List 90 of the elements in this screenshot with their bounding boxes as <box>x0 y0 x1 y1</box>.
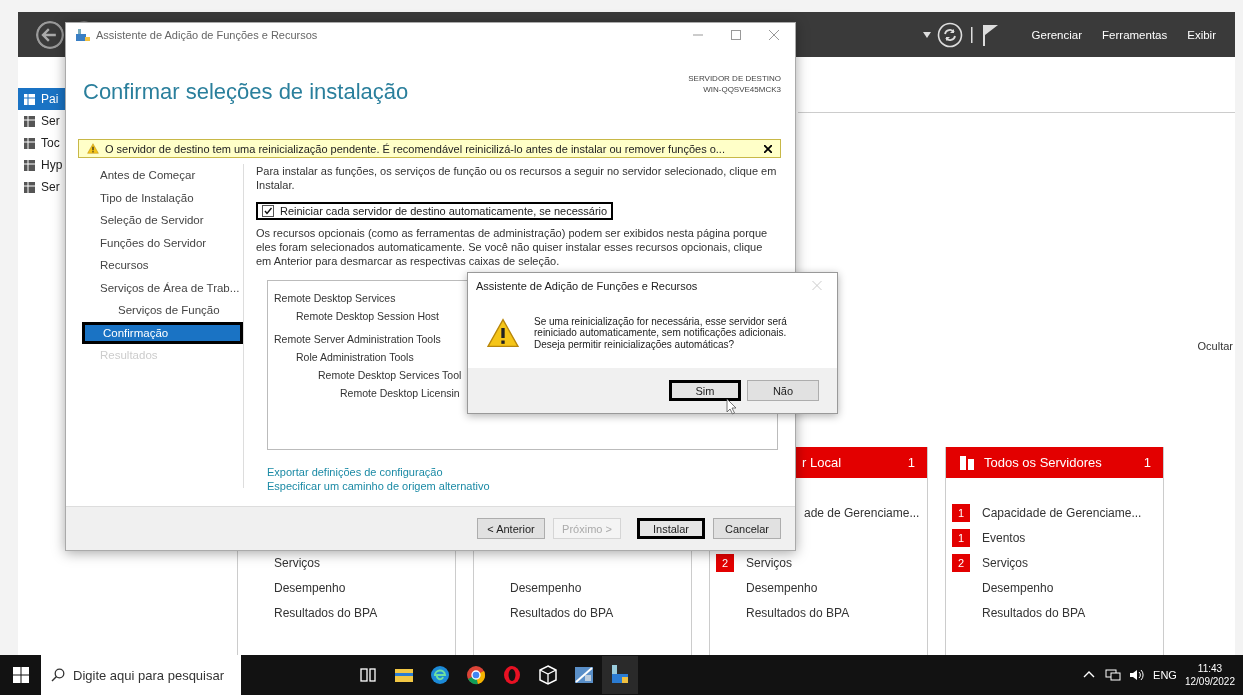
chrome-icon[interactable] <box>466 665 486 685</box>
selection-item: Remote Desktop Licensin <box>340 386 460 401</box>
wizard-step[interactable]: Confirmação <box>82 321 243 344</box>
count-badge: 2 <box>716 553 734 572</box>
destination-server: WIN-QQSVE45MCK3 <box>702 84 781 95</box>
grid-icon <box>24 159 35 171</box>
tile-row[interactable]: 2 Serviços <box>946 550 1163 575</box>
sidebar-item[interactable]: Ser <box>18 176 78 198</box>
servers-icon <box>960 454 976 471</box>
task-view-icon[interactable] <box>358 665 378 685</box>
sidebar-item[interactable]: Hyp <box>18 154 78 176</box>
intro-text: Para instalar as funções, os serviços de função ou os recursos a seguir no servidor selecionado, clique em Instalar. <box>256 164 778 192</box>
count-badge: 1 <box>952 528 970 547</box>
clock[interactable]: 11:43 12/09/2022 <box>1184 662 1235 688</box>
dialog-button[interactable]: Sim <box>669 380 741 401</box>
destination-label: SERVIDOR DE DESTINO <box>688 73 781 84</box>
optional-features-text: Os recursos opcionais (como as ferramentas de administração) podem ser exibidos nesta página porque eles foram selecionados automaticamente. Se você não quiser instalar esses recursos opcionais, clique em Anterior para desmarcar as respectivas caixas de seleção. <box>256 226 769 268</box>
language-indicator[interactable]: ENG <box>1153 669 1177 681</box>
tile-row[interactable]: 1 Eventos <box>946 525 1163 550</box>
speaker-icon[interactable] <box>1129 668 1146 682</box>
hide-link[interactable]: Ocultar <box>1197 340 1233 352</box>
count-badge: 2 <box>952 553 970 572</box>
window-title: Assistente de Adição de Funções e Recursos <box>96 29 319 41</box>
checkmark-icon <box>263 206 273 216</box>
maximize-icon[interactable] <box>731 30 741 40</box>
search-icon <box>51 668 65 682</box>
back-icon[interactable] <box>36 20 64 49</box>
flag-icon[interactable] <box>980 22 999 47</box>
wizard-step[interactable]: Serviços de Área de Trab... <box>82 276 243 299</box>
selection-item: Remote Server Administration Tools <box>274 332 441 347</box>
close-icon[interactable] <box>764 144 772 153</box>
tile-row[interactable]: Resultados do BPA <box>710 600 927 625</box>
wizard-step[interactable]: Tipo de Instalação <box>82 186 243 209</box>
tile-row[interactable]: Desempenho <box>474 575 691 600</box>
wizard-step[interactable]: Antes de Começar <box>82 164 243 187</box>
dialog-button[interactable]: Instalar <box>637 518 705 539</box>
tile-row[interactable]: Resultados do BPA <box>946 600 1163 625</box>
app-icon[interactable] <box>574 665 594 685</box>
tile-count: 1 <box>1143 455 1151 470</box>
tile-row[interactable]: Resultados do BPA <box>238 600 455 625</box>
wizard-app-icon <box>76 29 90 41</box>
sidebar-item[interactable]: Toc <box>18 132 78 154</box>
opera-icon[interactable] <box>502 665 522 685</box>
tile-row[interactable]: Desempenho <box>710 575 927 600</box>
tile-row[interactable]: Desempenho <box>946 575 1163 600</box>
server-manager-icon[interactable] <box>610 664 630 684</box>
tile-title: r Local <box>802 455 843 470</box>
dialog-title: Assistente de Adição de Funções e Recursos <box>476 279 698 292</box>
network-icon[interactable] <box>1105 668 1122 682</box>
refresh-icon[interactable] <box>936 21 963 48</box>
dropdown-icon[interactable] <box>922 31 931 38</box>
grid-icon <box>24 115 35 127</box>
menu-item[interactable]: Exibir <box>1180 28 1223 41</box>
tile-header[interactable]: Todos os Servidores 1 <box>946 447 1163 478</box>
dialog-message: Se uma reinicialização for necessária, esse servidor será reiniciado automaticamente, sem notificações adicionais. Deseja permitir reinicializações automáticas? <box>534 315 787 351</box>
wizard-step[interactable]: Serviços de Função <box>82 299 243 322</box>
search-field[interactable]: Digite aqui para pesquisar <box>41 655 241 695</box>
wizard-step[interactable]: Recursos <box>82 254 243 277</box>
selection-item: Role Administration Tools <box>296 350 414 365</box>
link[interactable]: Especificar um caminho de origem alternativo <box>267 480 778 492</box>
selection-item: Remote Desktop Session Host <box>296 309 439 324</box>
tile-row[interactable]: Resultados do BPA <box>474 600 691 625</box>
tile-row[interactable]: Desempenho <box>238 575 455 600</box>
grid-icon <box>24 181 35 193</box>
menu-item[interactable]: Gerenciar <box>1024 28 1090 41</box>
tile-row[interactable]: 1 Capacidade de Gerenciame... <box>946 500 1163 525</box>
dialog-button[interactable]: < Anterior <box>477 518 545 539</box>
tile-title: Todos os Servidores <box>984 455 1103 470</box>
warning-icon <box>87 143 99 154</box>
wizard-step[interactable]: Seleção de Servidor <box>82 209 243 232</box>
tile-row[interactable]: Serviços <box>238 550 455 575</box>
windows-icon[interactable] <box>13 667 29 683</box>
warning-icon <box>486 318 520 348</box>
tile-count: 1 <box>907 455 915 470</box>
tile-row[interactable]: 2 Serviços <box>710 550 927 575</box>
dialog-button[interactable]: Cancelar <box>713 518 781 539</box>
selection-item: Remote Desktop Services <box>274 291 396 306</box>
count-badge: 1 <box>952 503 970 522</box>
restart-checkbox[interactable]: Reiniciar cada servidor de destino automaticamente, se necessário <box>256 202 614 220</box>
browser-icon[interactable] <box>430 665 450 685</box>
page-heading: Confirmar seleções de instalação <box>83 79 409 106</box>
menu-item[interactable]: Ferramentas <box>1095 28 1175 41</box>
selection-item: Remote Desktop Services Tool <box>318 368 462 383</box>
cube-icon[interactable] <box>538 665 558 685</box>
dialog-button[interactable]: Não <box>747 380 819 401</box>
grid-icon <box>24 93 35 105</box>
sidebar-item[interactable]: Ser <box>18 110 78 132</box>
warning-text: O servidor de destino tem uma reinicialização pendente. É recomendável reinicilizá-lo antes de instalar ou remover funções o... <box>105 142 726 155</box>
wizard-step[interactable]: Funções do Servidor <box>82 231 243 254</box>
grid-icon <box>24 137 35 149</box>
